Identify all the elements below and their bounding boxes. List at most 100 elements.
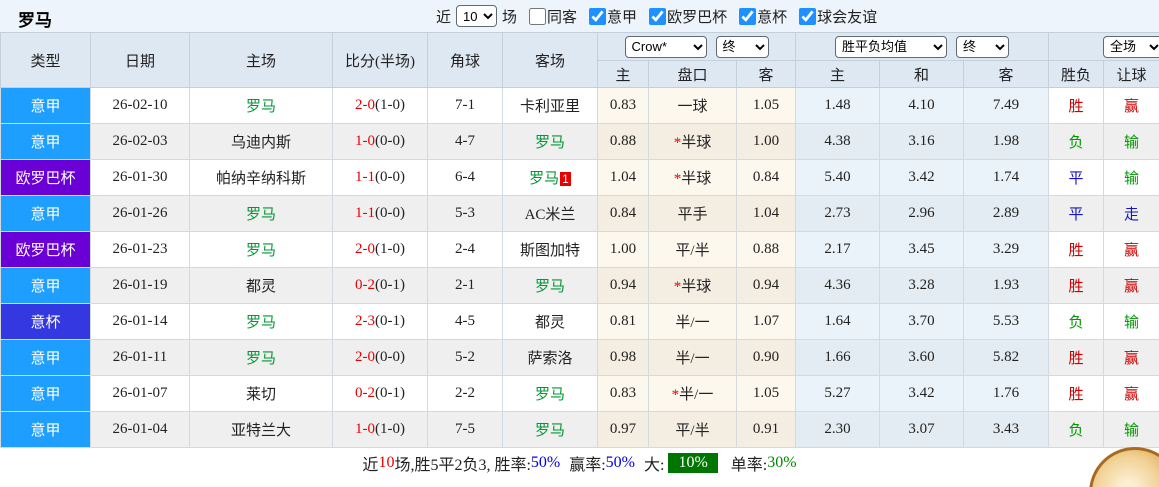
match-date: 26-01-14 [90,303,190,340]
result-cell: 胜 [1048,267,1105,304]
handicap-line: 平/半 [675,423,710,439]
recent-count-select[interactable]: 10 [456,5,498,27]
handicap-company-select[interactable]: Crow* [624,35,707,58]
recent-label: 近 [436,9,452,26]
corner-score: 6-4 [427,159,503,196]
home-team-cell: 莱切 [189,375,333,412]
match-row: 意甲 26-01-19 都灵 0-2(0-1) 2-1 罗马 0.94 *半球 … [0,267,1159,304]
match-history-panel: 罗马 近 10 场 同客 意甲 欧罗巴杯 意杯 球会友谊 类型 日期 主场 比分… [0,0,1159,487]
filter-club-friendly[interactable]: 球会友谊 [787,6,877,27]
home-team-cell: 都灵 [189,267,333,304]
handicap-home-odds: 0.97 [597,411,649,448]
handicap-home-odds: 0.83 [597,87,649,124]
summary-count: 10 [378,453,395,471]
filter-serie-a[interactable]: 意甲 [577,6,637,27]
handicap-home-odds: 0.83 [597,375,649,412]
home-team-cell: 罗马 [189,303,333,340]
filter-same-venue[interactable]: 同客 [517,6,577,27]
halftime-score: (1-0) [375,97,405,113]
handicap-time-select[interactable]: 终 [715,35,769,58]
filter-label: 意甲 [607,9,638,26]
cover-cell: 输 [1103,159,1159,196]
europa-league-checkbox[interactable] [649,7,667,25]
col-score: 比分(半场) [332,32,428,88]
fulltime-score: 1-1 [355,169,375,185]
summary-record: 场,胜5平2负3, 胜率: [394,456,531,474]
away-team-cell: 萨索洛 [502,339,598,376]
score-cell: 2-0(1-0) [332,231,428,268]
match-date: 26-01-04 [90,411,190,448]
home-team-name: 罗马 [245,351,276,367]
filter-coppa-italia[interactable]: 意杯 [727,6,787,27]
avg-away-odds: 5.82 [963,339,1050,376]
col-cover: 让球 [1103,60,1159,88]
away-team-cell: 罗马 [502,267,598,304]
handicap-line: 一球 [677,99,708,115]
col-avg-away: 客 [963,60,1050,88]
result-cell: 胜 [1048,231,1105,268]
handicap-away-odds: 0.91 [735,411,797,448]
col-handicap-line: 盘口 [648,60,737,88]
odd-rate-value: 30% [767,453,797,471]
coppa-italia-checkbox[interactable] [739,7,757,25]
handicap-line: 半/一 [679,387,714,403]
halftime-score: (0-0) [375,349,405,365]
filter-label: 意杯 [757,9,788,26]
filter-europa-league[interactable]: 欧罗巴杯 [637,6,727,27]
league-type-cell: 欧罗巴杯 [0,159,91,196]
matches-label: 场 [502,9,518,26]
halftime-score: (1-0) [375,241,405,257]
handicap-home-odds: 0.88 [597,123,649,160]
handicap-line-cell: 半/一 [648,303,737,340]
match-date: 26-02-03 [90,123,190,160]
fulltime-score: 0-2 [355,385,375,401]
away-team-name: 卡利亚里 [519,99,580,115]
halftime-score: (0-1) [375,385,405,401]
avg-away-odds: 3.29 [963,231,1050,268]
corner-score: 5-3 [427,195,503,232]
avg-away-odds: 1.98 [963,123,1050,160]
handicap-home-odds: 0.98 [597,339,649,376]
col-result: 胜负 [1048,60,1105,88]
away-team-cell: 罗马 1 [502,159,598,196]
league-type-cell: 意甲 [0,87,91,124]
avg-away-odds: 7.49 [963,87,1050,124]
score-cell: 1-0(0-0) [332,123,428,160]
halftime-score: (0-1) [375,313,405,329]
corner-score: 5-2 [427,339,503,376]
home-team-cell: 罗马 [189,231,333,268]
col-handicap-away: 客 [735,60,797,88]
handicap-home-odds: 0.84 [597,195,649,232]
handicap-line-cell: *半球 [648,123,737,160]
away-team-name: 罗马 [534,279,565,295]
avg-draw-odds: 3.45 [879,231,965,268]
club-friendly-checkbox[interactable] [799,7,817,25]
away-team-name: 罗马 [534,387,565,403]
fulltime-score: 0-2 [355,277,375,293]
avg-away-odds: 2.89 [963,195,1050,232]
cover-cell: 输 [1103,303,1159,340]
scope-select[interactable]: 全场 [1103,35,1159,58]
handicap-away-odds: 1.04 [735,195,797,232]
avg-home-odds: 1.64 [795,303,881,340]
avg-time-select[interactable]: 终 [956,35,1010,58]
fulltime-score: 1-0 [355,421,375,437]
serie-a-checkbox[interactable] [589,7,607,25]
match-row: 意甲 26-01-26 罗马 1-1(0-0) 5-3 AC米兰 0.84 平手… [0,195,1159,232]
handicap-home-odds: 0.94 [597,267,649,304]
handicap-away-odds: 0.94 [735,267,797,304]
fulltime-score: 2-3 [355,313,375,329]
avg-type-select[interactable]: 胜平负均值 [835,35,948,58]
score-cell: 2-0(1-0) [332,87,428,124]
avg-home-odds: 2.73 [795,195,881,232]
summary-text: 近 [362,456,379,474]
league-type-cell: 意甲 [0,267,91,304]
score-cell: 1-1(0-0) [332,195,428,232]
away-team-name: 罗马 [534,423,565,439]
handicap-away-odds: 0.90 [735,339,797,376]
handicap-line-cell: *半/一 [648,375,737,412]
avg-home-odds: 2.17 [795,231,881,268]
col-date: 日期 [90,32,190,88]
home-team-name: 亚特兰大 [230,423,291,439]
same-venue-checkbox[interactable] [529,7,547,25]
